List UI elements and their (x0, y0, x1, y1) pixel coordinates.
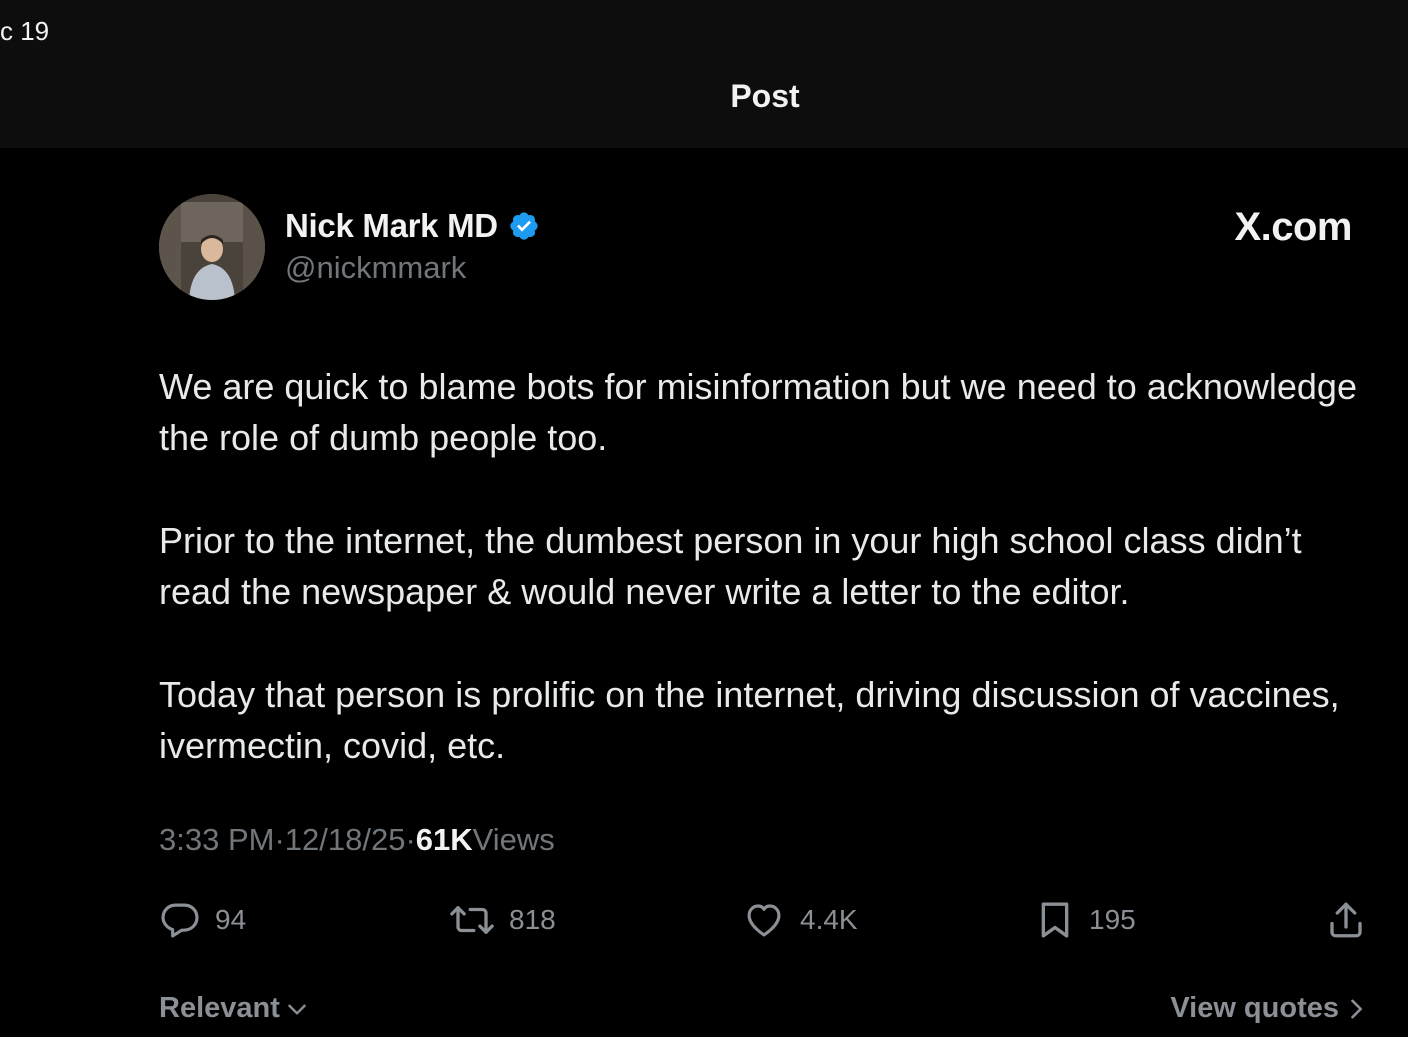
views-label: Views (472, 822, 555, 857)
verified-badge-icon[interactable] (508, 210, 540, 242)
like-button[interactable]: 4.4K (742, 897, 858, 943)
repost-button[interactable]: 818 (449, 897, 556, 943)
tweet-text: We are quick to blame bots for misinform… (159, 361, 1359, 823)
avatar-image (159, 194, 265, 300)
repost-count: 818 (509, 904, 556, 935)
author-name-row[interactable]: Nick Mark MD (285, 205, 540, 247)
tweet-paragraph: Today that person is prolific on the int… (159, 674, 1340, 766)
status-bar-fragment: c 19 (0, 16, 50, 46)
bookmark-button[interactable]: 195 (1035, 897, 1136, 943)
tweet-paragraph: We are quick to blame bots for misinform… (159, 366, 1357, 458)
reply-button[interactable]: 94 (159, 897, 246, 943)
tweet-paragraph: Prior to the internet, the dumbest perso… (159, 520, 1302, 612)
bookmark-count: 195 (1089, 904, 1136, 935)
reply-count: 94 (215, 904, 247, 935)
meta-separator: · (405, 822, 416, 857)
page-title: Post (730, 78, 800, 114)
post-page: c 19 Post Nick Mark MD @nickmmark X.com … (0, 0, 1408, 1037)
heart-icon (747, 904, 781, 937)
action-bar: 94 818 4.4K 195 (159, 897, 1369, 943)
tweet-time[interactable]: 3:33 PM (159, 822, 274, 858)
author-name[interactable]: Nick Mark MD (285, 207, 498, 245)
sort-label: Relevant (159, 992, 280, 1024)
sort-replies-dropdown[interactable]: Relevant (159, 992, 310, 1025)
tweet-meta: 3:33 PM · 12/18/25 · 61K Views (159, 822, 555, 858)
meta-separator: · (274, 822, 285, 857)
tweet-date[interactable]: 12/18/25 (285, 822, 406, 858)
share-icon (1330, 902, 1362, 938)
chevron-right-icon (1351, 999, 1362, 1018)
top-bar: c 19 Post (0, 0, 1408, 148)
reply-icon (161, 903, 199, 938)
chevron-down-icon (288, 1004, 306, 1015)
view-quotes-label: View quotes (1170, 992, 1339, 1024)
like-count: 4.4K (800, 904, 858, 935)
view-quotes-link[interactable]: View quotes (1170, 992, 1365, 1025)
avatar[interactable] (159, 194, 265, 300)
views-count: 61K (415, 822, 473, 857)
site-brand-logo: X.com (1234, 205, 1352, 249)
bookmark-icon (1041, 902, 1069, 938)
replies-controls: Relevant View quotes (159, 992, 1369, 1032)
author-handle[interactable]: @nickmmark (285, 250, 466, 286)
share-button[interactable] (1325, 897, 1367, 943)
repost-icon (450, 906, 494, 934)
